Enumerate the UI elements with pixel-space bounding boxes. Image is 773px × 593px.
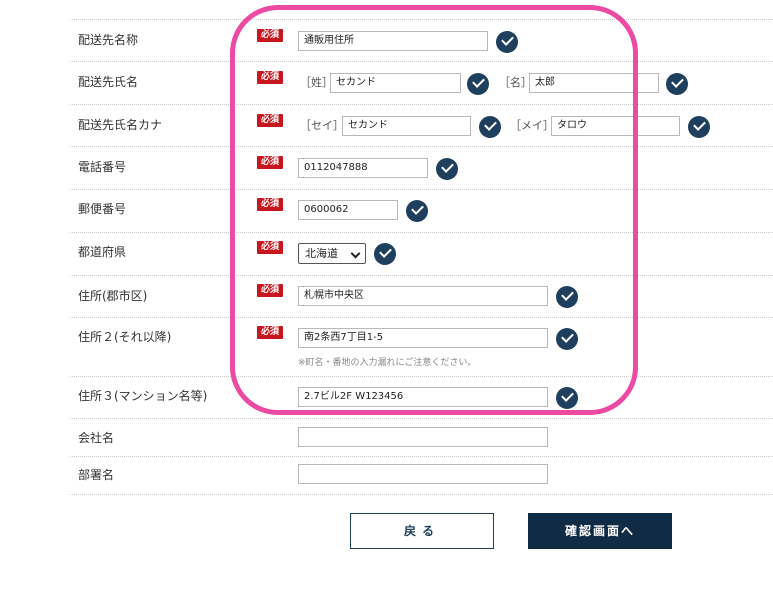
confirm-button[interactable]: 確認画面へ bbox=[528, 513, 672, 549]
address1-label: 住所(郡市区) bbox=[78, 289, 148, 303]
required-badge: 必須 bbox=[257, 156, 283, 169]
required-badge: 必須 bbox=[257, 326, 283, 339]
address3-label: 住所３(マンション名等) bbox=[78, 389, 208, 403]
address2-label: 住所２(それ以降) bbox=[78, 330, 172, 344]
prefecture-label: 都道府県 bbox=[78, 245, 127, 259]
row-divider bbox=[70, 189, 773, 190]
required-badge: 必須 bbox=[257, 198, 283, 211]
highlight-annotation bbox=[230, 5, 638, 415]
check-icon bbox=[436, 158, 458, 180]
required-badge: 必須 bbox=[257, 71, 283, 84]
required-badge: 必須 bbox=[257, 284, 283, 297]
check-icon bbox=[406, 200, 428, 222]
row-divider bbox=[70, 19, 773, 20]
mei-kana-bracket-label: ［メイ］ bbox=[510, 119, 554, 132]
phone-input[interactable]: 0112047888 bbox=[298, 158, 428, 178]
check-icon bbox=[556, 387, 578, 409]
ship-name-label: 配送先名称 bbox=[78, 33, 139, 47]
department-label: 部署名 bbox=[78, 468, 115, 482]
address-input-note: ※町名・番地の入力漏れにご注意ください。 bbox=[298, 358, 477, 368]
required-badge: 必須 bbox=[257, 29, 283, 42]
last-name-kana-input[interactable]: セカンド bbox=[342, 116, 471, 136]
check-icon bbox=[556, 328, 578, 350]
postal-code-input[interactable]: 0600062 bbox=[298, 200, 398, 220]
check-icon bbox=[688, 116, 710, 138]
department-input[interactable] bbox=[298, 464, 548, 484]
ship-person-label: 配送先氏名 bbox=[78, 75, 139, 89]
check-icon bbox=[479, 116, 501, 138]
row-divider bbox=[70, 275, 773, 276]
check-icon bbox=[374, 243, 396, 265]
company-label: 会社名 bbox=[78, 431, 115, 445]
check-icon bbox=[496, 31, 518, 53]
phone-label: 電話番号 bbox=[78, 160, 127, 174]
mei-bracket-label: ［名］ bbox=[499, 76, 532, 89]
sei-kana-bracket-label: ［セイ］ bbox=[300, 119, 344, 132]
chevron-down-icon bbox=[350, 248, 361, 259]
row-divider bbox=[70, 232, 773, 233]
check-icon bbox=[666, 73, 688, 95]
prefecture-select[interactable]: 北海道 bbox=[298, 243, 366, 264]
address1-input[interactable]: 札幌市中央区 bbox=[298, 286, 548, 306]
row-divider bbox=[70, 61, 773, 62]
row-divider bbox=[70, 376, 773, 377]
ship-name-input[interactable]: 通販用住所 bbox=[298, 31, 488, 51]
first-name-kana-input[interactable]: タロウ bbox=[551, 116, 680, 136]
first-name-input[interactable]: 太郎 bbox=[529, 73, 659, 93]
address2-input[interactable]: 南2条西7丁目1-5 bbox=[298, 328, 548, 348]
row-divider bbox=[70, 418, 773, 419]
postal-label: 郵便番号 bbox=[78, 202, 127, 216]
back-button[interactable]: 戻る bbox=[350, 513, 494, 549]
last-name-input[interactable]: セカンド bbox=[330, 73, 461, 93]
required-badge: 必須 bbox=[257, 241, 283, 254]
row-divider bbox=[70, 494, 773, 495]
required-badge: 必須 bbox=[257, 114, 283, 127]
address3-input[interactable]: 2.7ビル2F W123456 bbox=[298, 387, 548, 407]
prefecture-selected-value: 北海道 bbox=[305, 247, 338, 260]
check-icon bbox=[556, 286, 578, 308]
ship-kana-label: 配送先氏名カナ bbox=[78, 118, 163, 132]
row-divider bbox=[70, 317, 773, 318]
sei-bracket-label: ［姓］ bbox=[300, 76, 333, 89]
row-divider bbox=[70, 456, 773, 457]
company-input[interactable] bbox=[298, 427, 548, 447]
check-icon bbox=[467, 73, 489, 95]
row-divider bbox=[70, 146, 773, 147]
row-divider bbox=[70, 104, 773, 105]
